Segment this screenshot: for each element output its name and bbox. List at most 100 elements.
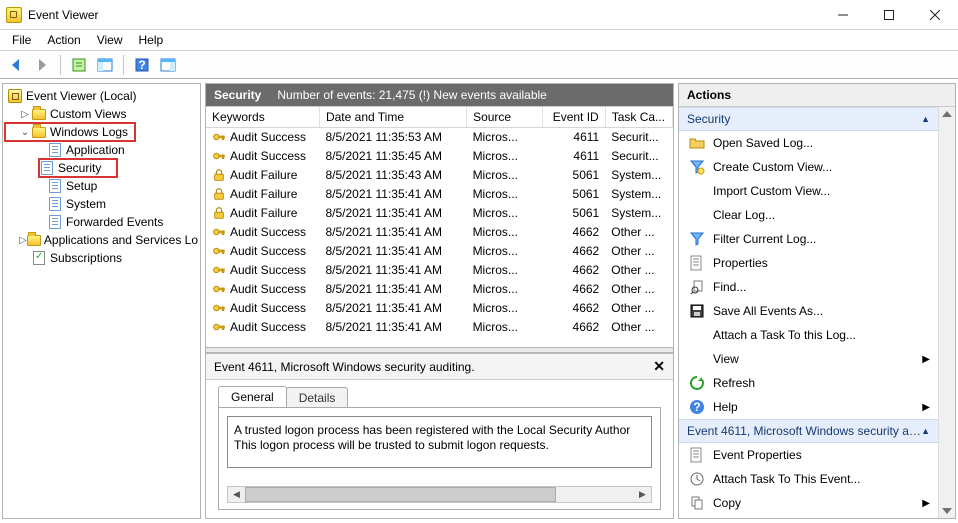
- action-event-properties[interactable]: Event Properties: [679, 443, 938, 467]
- col-datetime[interactable]: Date and Time: [319, 107, 466, 128]
- tree-forwarded-events[interactable]: Forwarded Events: [5, 213, 198, 231]
- action-view-submenu[interactable]: View ▶: [679, 347, 938, 371]
- tree-application[interactable]: Application: [5, 141, 198, 159]
- table-row[interactable]: Audit Success8/5/2021 11:35:53 AMMicros.…: [206, 128, 673, 147]
- log-subtitle: Number of events: 21,475 (!) New events …: [277, 88, 546, 102]
- tree-windows-logs-label: Windows Logs: [50, 125, 128, 139]
- action-find[interactable]: Find...: [679, 275, 938, 299]
- scroll-right-icon[interactable]: ▶: [634, 487, 651, 502]
- table-row[interactable]: Audit Success8/5/2021 11:35:41 AMMicros.…: [206, 299, 673, 318]
- toolbar: ?: [0, 51, 958, 79]
- action-clear-log[interactable]: Clear Log...: [679, 203, 938, 227]
- detail-headline: Event 4611, Microsoft Windows security a…: [214, 360, 475, 374]
- tree-custom-views-label: Custom Views: [50, 107, 126, 121]
- action-attach-task-log[interactable]: Attach a Task To this Log...: [679, 323, 938, 347]
- row-datetime: 8/5/2021 11:35:41 AM: [319, 280, 466, 299]
- close-button[interactable]: [912, 0, 958, 30]
- toolbar-layout-button[interactable]: [156, 54, 180, 76]
- tab-details[interactable]: Details: [286, 387, 349, 408]
- expand-icon[interactable]: ▷: [19, 109, 31, 120]
- nav-back-button[interactable]: [4, 54, 28, 76]
- key-icon: [212, 130, 226, 144]
- row-eventid: 4662: [542, 280, 605, 299]
- maximize-button[interactable]: [866, 0, 912, 30]
- app-icon: [6, 7, 22, 23]
- row-datetime: 8/5/2021 11:35:43 AM: [319, 166, 466, 185]
- action-clear-log-label: Clear Log...: [713, 208, 775, 222]
- menu-file[interactable]: File: [6, 31, 37, 49]
- col-eventid[interactable]: Event ID: [542, 107, 605, 128]
- action-attach-task-event[interactable]: Attach Task To This Event...: [679, 467, 938, 491]
- nav-forward-button[interactable]: [30, 54, 54, 76]
- window-title: Event Viewer: [28, 8, 820, 22]
- actions-group-event[interactable]: Event 4611, Microsoft Windows security a…: [679, 419, 938, 443]
- col-taskcat[interactable]: Task Ca...: [605, 107, 672, 128]
- table-row[interactable]: Audit Success8/5/2021 11:35:41 AMMicros.…: [206, 242, 673, 261]
- collapse-icon[interactable]: ▲: [921, 114, 930, 124]
- table-row[interactable]: Audit Failure8/5/2021 11:35:41 AMMicros.…: [206, 185, 673, 204]
- action-refresh[interactable]: Refresh: [679, 371, 938, 395]
- menu-action[interactable]: Action: [41, 31, 86, 49]
- action-save-all-events[interactable]: Save All Events As...: [679, 299, 938, 323]
- table-row[interactable]: Audit Success8/5/2021 11:35:41 AMMicros.…: [206, 318, 673, 337]
- expand-icon[interactable]: ▷: [19, 235, 27, 246]
- tree-system[interactable]: System: [5, 195, 198, 213]
- tree-security[interactable]: Security: [39, 159, 117, 177]
- menu-help[interactable]: Help: [133, 31, 170, 49]
- row-eventid: 5061: [542, 204, 605, 223]
- tree-apps-services[interactable]: ▷ Applications and Services Lo: [5, 231, 198, 249]
- row-source: Micros...: [467, 261, 543, 280]
- collapse-icon[interactable]: ⌄: [19, 127, 31, 138]
- row-source: Micros...: [467, 204, 543, 223]
- action-import-custom-view[interactable]: Import Custom View...: [679, 179, 938, 203]
- detail-line1: A trusted logon process has been registe…: [234, 423, 645, 438]
- actions-group-security[interactable]: Security ▲: [679, 107, 938, 131]
- action-filter-current-log-label: Filter Current Log...: [713, 232, 816, 246]
- action-help[interactable]: ? Help ▶: [679, 395, 938, 419]
- toolbar-properties-button[interactable]: [67, 54, 91, 76]
- col-source[interactable]: Source: [467, 107, 543, 128]
- tree-subscriptions[interactable]: Subscriptions: [5, 249, 198, 267]
- collapse-icon[interactable]: ▲: [921, 426, 930, 436]
- actions-group-security-label: Security: [687, 112, 730, 126]
- col-keywords[interactable]: Keywords: [206, 107, 319, 128]
- action-copy[interactable]: Copy ▶: [679, 491, 938, 515]
- tab-general[interactable]: General: [218, 386, 287, 407]
- scroll-thumb[interactable]: [245, 487, 556, 502]
- table-row[interactable]: Audit Failure8/5/2021 11:35:41 AMMicros.…: [206, 204, 673, 223]
- log-icon: [47, 142, 63, 158]
- row-eventid: 5061: [542, 185, 605, 204]
- toolbar-help-button[interactable]: ?: [130, 54, 154, 76]
- table-row[interactable]: Audit Success8/5/2021 11:35:41 AMMicros.…: [206, 261, 673, 280]
- tree-custom-views[interactable]: ▷ Custom Views: [5, 105, 198, 123]
- menu-bar: File Action View Help: [0, 30, 958, 51]
- action-open-saved-log[interactable]: Open Saved Log...: [679, 131, 938, 155]
- tree-root[interactable]: Event Viewer (Local): [5, 87, 198, 105]
- action-create-custom-view-label: Create Custom View...: [713, 160, 832, 174]
- row-source: Micros...: [467, 166, 543, 185]
- lock-icon: [212, 187, 226, 201]
- action-filter-current-log[interactable]: Filter Current Log...: [679, 227, 938, 251]
- table-row[interactable]: Audit Success8/5/2021 11:35:41 AMMicros.…: [206, 223, 673, 242]
- filter-icon: [689, 231, 705, 247]
- detail-scrollbar[interactable]: ◀ ▶: [227, 486, 652, 503]
- close-detail-icon[interactable]: ✕: [653, 358, 665, 375]
- tree-windows-logs[interactable]: ⌄ Windows Logs: [5, 123, 135, 141]
- action-attach-task-event-label: Attach Task To This Event...: [713, 472, 860, 486]
- actions-scrollbar[interactable]: [938, 107, 955, 518]
- tree-setup[interactable]: Setup: [5, 177, 198, 195]
- action-find-label: Find...: [713, 280, 746, 294]
- open-folder-icon: [689, 135, 705, 151]
- scroll-left-icon[interactable]: ◀: [228, 487, 245, 502]
- table-row[interactable]: Audit Failure8/5/2021 11:35:43 AMMicros.…: [206, 166, 673, 185]
- row-taskcat: Other ...: [605, 261, 672, 280]
- table-row[interactable]: Audit Success8/5/2021 11:35:45 AMMicros.…: [206, 147, 673, 166]
- row-keywords: Audit Success: [230, 263, 306, 277]
- minimize-button[interactable]: [820, 0, 866, 30]
- menu-view[interactable]: View: [91, 31, 129, 49]
- action-create-custom-view[interactable]: Create Custom View...: [679, 155, 938, 179]
- table-row[interactable]: Audit Success8/5/2021 11:35:41 AMMicros.…: [206, 280, 673, 299]
- toolbar-panes-button[interactable]: [93, 54, 117, 76]
- action-properties[interactable]: Properties: [679, 251, 938, 275]
- event-list[interactable]: Keywords Date and Time Source Event ID T…: [206, 106, 673, 347]
